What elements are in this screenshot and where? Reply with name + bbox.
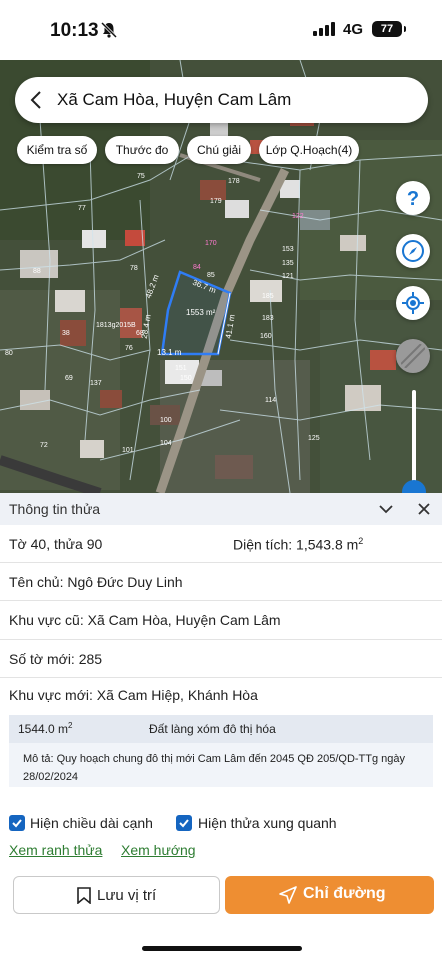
lot-label: 88 [33, 268, 41, 275]
parcel-info-panel: Thông tin thửa Tờ 40, thửa 90 Diện tích:… [0, 493, 442, 960]
lot-label: 150 [180, 375, 192, 382]
layer-toggle-button[interactable] [396, 339, 430, 373]
lot-label: 104 [160, 440, 172, 447]
zoning-header: 1544.0 m2 Đất làng xóm đô thị hóa [9, 715, 433, 743]
bookmark-icon [77, 887, 91, 904]
close-icon[interactable] [417, 502, 431, 516]
parcel-code-label: 1813g2015B [96, 322, 136, 329]
crosshair-icon [402, 292, 424, 314]
lot-label: 114 [265, 397, 277, 404]
new-sheet-number: Số tờ mới: 285 [9, 651, 103, 667]
legend-button[interactable]: Chú giải [187, 136, 251, 164]
panel-title: Thông tin thửa [9, 501, 101, 517]
svg-text:?: ? [407, 188, 419, 210]
show-neighbors-checkbox[interactable] [176, 815, 192, 831]
lot-label: 122 [292, 213, 304, 220]
view-boundary-link[interactable]: Xem ranh thửa [9, 842, 102, 858]
zoning-area: 1544.0 m2 [18, 721, 73, 736]
zoning-description: Mô tả: Quy hoạch chung đô thị mới Cam Lâ… [23, 753, 406, 783]
satellite-map [0, 60, 442, 493]
home-indicator [142, 946, 302, 951]
lot-label: 183 [262, 315, 274, 322]
lot-label: 75 [137, 173, 145, 180]
lot-label: 38 [62, 330, 70, 337]
owner-name: Tên chủ: Ngô Đức Duy Linh [9, 574, 183, 590]
lot-label: 135 [282, 260, 294, 267]
lot-label: 69 [65, 375, 73, 382]
lot-label: 185 [262, 293, 274, 300]
checkmark-icon [179, 819, 189, 828]
lot-label: 170 [205, 240, 217, 247]
send-arrow-icon [279, 886, 297, 904]
lot-label: 160 [260, 333, 272, 340]
lot-label: 153 [282, 246, 294, 253]
status-time: 10:13 [50, 20, 99, 41]
chevron-down-icon[interactable] [378, 502, 394, 516]
battery-icon: 77 [372, 21, 406, 37]
check-number-button[interactable]: Kiểm tra số [17, 136, 97, 164]
parcel-area: Diện tích: 1,543.8 m2 [233, 536, 364, 553]
show-edge-length-label[interactable]: Hiện chiều dài cạnh [30, 815, 153, 831]
new-area: Khu vực mới: Xã Cam Hiệp, Khánh Hòa [9, 687, 258, 703]
lot-label: 125 [308, 435, 320, 442]
area-label: 1553 m² [186, 308, 216, 317]
lot-label: 121 [282, 273, 294, 280]
location-title[interactable]: Xã Cam Hòa, Huyện Cam Lâm [57, 90, 291, 110]
battery-level: 77 [380, 23, 394, 35]
save-location-button[interactable]: Lưu vị trí [13, 876, 220, 914]
new-sheet-row: Số tờ mới: 285 [0, 640, 442, 678]
owner-row: Tên chủ: Ngô Đức Duy Linh [0, 563, 442, 601]
lot-label: 100 [160, 417, 172, 424]
lot-label: 84 [193, 264, 201, 271]
zoning-info-box: 1544.0 m2 Đất làng xóm đô thị hóa Mô tả:… [9, 715, 433, 787]
compass-button[interactable] [396, 234, 430, 268]
lot-label: 77 [78, 205, 86, 212]
network-type: 4G [343, 21, 364, 38]
sheet-parcel-row: Tờ 40, thửa 90 Diện tích: 1,543.8 m2 [0, 525, 442, 563]
lot-label: 137 [90, 380, 102, 387]
lot-label: 179 [210, 198, 222, 205]
back-arrow-icon[interactable] [29, 89, 43, 111]
panel-header: Thông tin thửa [0, 493, 442, 525]
new-area-row: Khu vực mới: Xã Cam Hiệp, Khánh Hòa [0, 678, 442, 710]
compass-icon [402, 240, 424, 262]
question-icon: ? [407, 188, 419, 210]
edge-length-label: 13.1 m [157, 348, 182, 357]
directions-button[interactable]: Chỉ đường [225, 876, 434, 914]
signal-icon [313, 22, 335, 36]
show-neighbors-label[interactable]: Hiện thửa xung quanh [198, 815, 337, 831]
search-bar[interactable]: Xã Cam Hòa, Huyện Cam Lâm [15, 77, 428, 123]
map-view[interactable]: 74 178 179 77 75 78 122 170 153 88 135 8… [0, 60, 442, 493]
lot-label: 76 [125, 345, 133, 352]
lot-label: 78 [130, 265, 138, 272]
sheet-parcel: Tờ 40, thửa 90 [9, 536, 103, 552]
checkmark-icon [12, 819, 22, 828]
bell-muted-icon [100, 21, 118, 39]
status-bar: 10:13 4G 77 [0, 0, 442, 60]
my-location-button[interactable] [396, 286, 430, 320]
view-direction-link[interactable]: Xem hướng [121, 842, 196, 858]
lot-label: 72 [40, 442, 48, 449]
show-edge-length-checkbox[interactable] [9, 815, 25, 831]
opacity-slider[interactable] [412, 390, 416, 493]
lot-label: 178 [228, 178, 240, 185]
directions-label: Chỉ đường [303, 885, 386, 902]
planning-layers-button[interactable]: Lớp Q.Hoạch(4) [259, 136, 359, 164]
old-area-row: Khu vực cũ: Xã Cam Hòa, Huyện Cam Lâm [0, 601, 442, 640]
ruler-button[interactable]: Thước đo [105, 136, 179, 164]
lot-label: 80 [5, 350, 13, 357]
lot-label: 85 [207, 272, 215, 279]
old-area: Khu vực cũ: Xã Cam Hòa, Huyện Cam Lâm [9, 612, 281, 628]
layer-thumbnail-icon [401, 344, 425, 368]
save-location-label: Lưu vị trí [97, 887, 157, 904]
lot-label: 101 [122, 447, 134, 454]
zoning-type: Đất làng xóm đô thị hóa [149, 722, 276, 736]
lot-label: 151 [175, 365, 187, 372]
help-button[interactable]: ? [396, 181, 430, 215]
